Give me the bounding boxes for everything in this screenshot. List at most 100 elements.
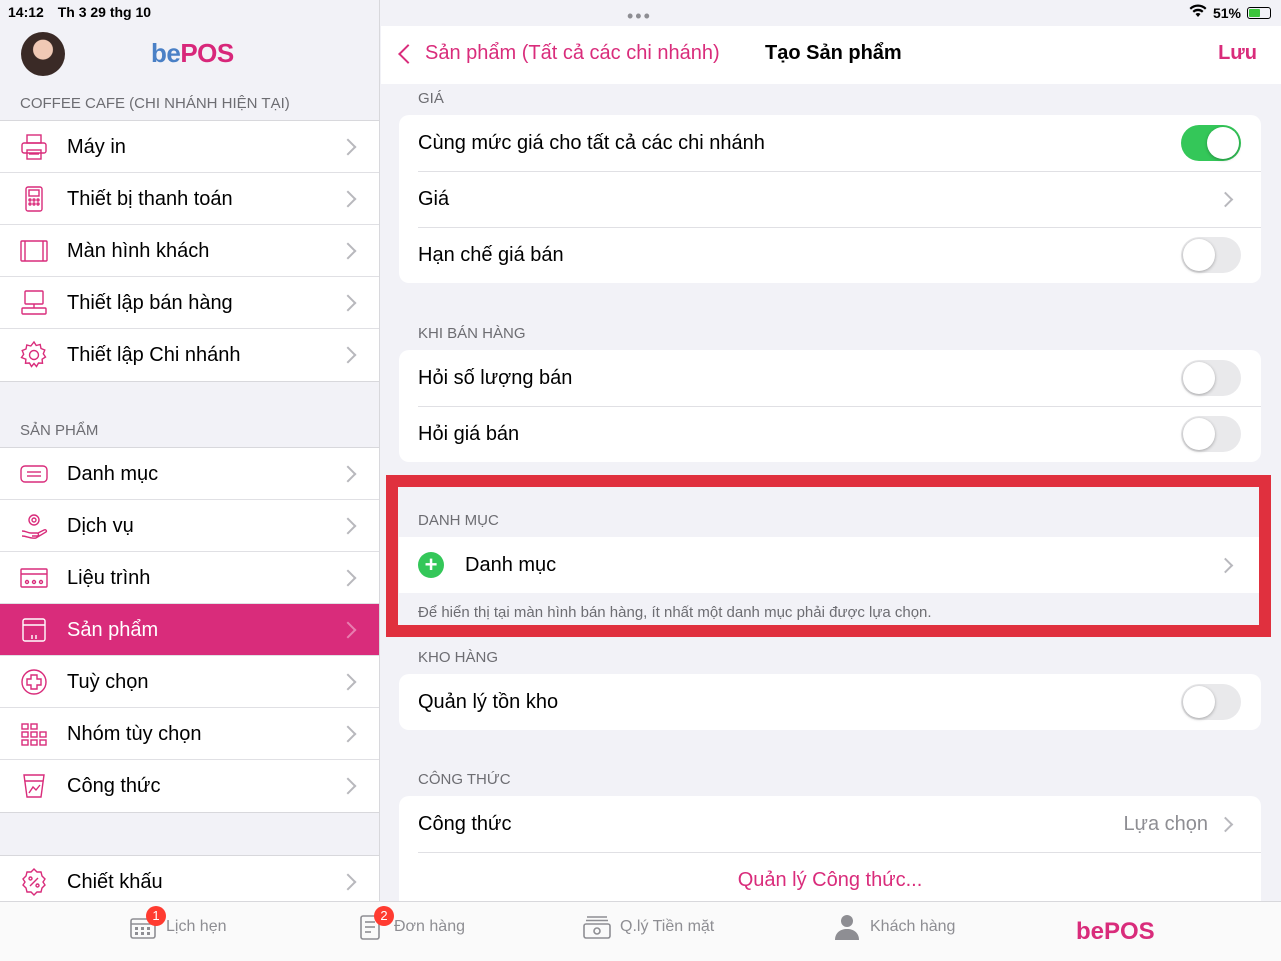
row-label: Hỏi giá bán <box>418 422 520 445</box>
chevron-right-icon <box>1217 191 1234 207</box>
tab-label: Đơn hàng <box>394 918 465 935</box>
section-label-product: SẢN PHẨM <box>20 422 99 439</box>
sidebar-item-label: Máy in <box>67 135 126 158</box>
group-label-price: GIÁ <box>418 90 444 107</box>
sidebar-item-option-group[interactable]: Nhóm tùy chọn <box>0 708 379 760</box>
tab-label: Lịch hẹn <box>166 918 227 935</box>
ask-quantity-toggle[interactable] <box>1181 360 1241 396</box>
sidebar-item-option[interactable]: Tuỳ chọn <box>0 656 379 708</box>
sidebar-item-treatment[interactable]: Liệu trình <box>0 552 379 604</box>
chevron-right-icon <box>339 465 357 483</box>
tab-appointments[interactable]: 1 Lịch hẹn <box>128 906 227 942</box>
battery-icon <box>1247 6 1271 19</box>
orders-badge: 2 <box>374 906 394 926</box>
sidebar-item-printer[interactable]: Máy in <box>0 121 379 173</box>
card-recipe: Công thức Lựa chọn Quản lý Công thức... <box>399 796 1261 901</box>
sidebar-item-label: Nhóm tùy chọn <box>67 722 202 745</box>
card-selling: Hỏi số lượng bán Hỏi giá bán <box>399 350 1261 462</box>
sidebar-item-label: Thiết lập bán hàng <box>67 291 233 314</box>
discount-icon <box>19 867 49 897</box>
tab-orders[interactable]: 2 Đơn hàng <box>356 906 465 942</box>
navigation-bar: Sản phẩm (Tất cả các chi nhánh) Tạo Sản … <box>381 26 1281 84</box>
row-ask-price: Hỏi giá bán <box>399 406 1261 462</box>
chevron-right-icon <box>339 569 357 587</box>
sidebar-item-recipe[interactable]: Công thức <box>0 760 379 812</box>
sidebar-header: bePOS <box>0 26 379 84</box>
sidebar-item-discount[interactable]: Chiết khấu <box>0 856 379 901</box>
chevron-right-icon <box>339 294 357 312</box>
appointments-badge: 1 <box>146 906 166 926</box>
sidebar: 14:12 Th 3 29 thg 10 bePOS COFFEE CAFE (… <box>0 0 380 901</box>
sidebar-item-label: Chiết khấu <box>67 870 163 893</box>
card-price: Cùng mức giá cho tất cả các chi nhánh Gi… <box>399 115 1261 283</box>
sidebar-item-label: Thiết lập Chi nhánh <box>67 343 241 366</box>
sidebar-item-label: Công thức <box>67 774 161 797</box>
chevron-left-icon <box>398 43 418 64</box>
sidebar-item-label: Danh mục <box>67 462 159 485</box>
row-ask-quantity: Hỏi số lượng bán <box>399 350 1261 406</box>
row-label: Quản lý tồn kho <box>418 690 559 713</box>
cash-register-icon <box>582 912 612 942</box>
avatar[interactable] <box>21 32 65 76</box>
sidebar-item-product[interactable]: Sản phẩm <box>0 604 379 656</box>
row-recipe[interactable]: Công thức Lựa chọn <box>399 796 1261 852</box>
sidebar-item-label: Liệu trình <box>67 566 151 589</box>
card-stock: Quản lý tồn kho <box>399 674 1261 730</box>
sidebar-item-label: Tuỳ chọn <box>67 670 149 693</box>
group-label-recipe: CÔNG THỨC <box>418 771 511 788</box>
sidebar-item-branch-setup[interactable]: Thiết lập Chi nhánh <box>0 329 379 381</box>
section-label-branch: COFFEE CAFE (CHI NHÁNH HIỆN TẠI) <box>20 95 290 112</box>
save-button[interactable]: Lưu <box>1218 42 1257 65</box>
bepos-tab-logo[interactable]: bePOS <box>1076 918 1155 946</box>
link-label: Quản lý Công thức... <box>737 868 923 891</box>
service-icon <box>19 511 49 541</box>
chevron-right-icon <box>339 673 357 691</box>
wifi-icon <box>1189 4 1207 21</box>
chevron-right-icon <box>1217 816 1234 832</box>
tab-label: Khách hàng <box>870 918 956 935</box>
back-label: Sản phẩm (Tất cả các chi nhánh) <box>425 42 720 64</box>
sidebar-item-service[interactable]: Dịch vụ <box>0 500 379 552</box>
chevron-right-icon <box>339 517 357 535</box>
chevron-right-icon <box>339 138 357 156</box>
group-label-selling: KHI BÁN HÀNG <box>418 325 526 342</box>
row-same-price: Cùng mức giá cho tất cả các chi nhánh <box>399 115 1261 171</box>
chevron-right-icon <box>339 242 357 260</box>
main-panel: ••• 51% Sản phẩm (Tất cả các chi nhánh) … <box>381 0 1281 901</box>
back-button[interactable]: Sản phẩm (Tất cả các chi nhánh) <box>397 42 720 65</box>
row-label: Cùng mức giá cho tất cả các chi nhánh <box>418 131 765 154</box>
row-label: Hỏi số lượng bán <box>418 366 573 389</box>
status-bar-left: 14:12 Th 3 29 thg 10 <box>8 4 161 20</box>
sidebar-item-customer-display[interactable]: Màn hình khách <box>0 225 379 277</box>
row-label: Giá <box>418 187 450 210</box>
row-label: Công thức <box>418 812 512 835</box>
customer-display-icon <box>19 236 49 266</box>
chevron-right-icon <box>339 725 357 743</box>
pos-setup-icon <box>19 288 49 318</box>
multitask-dots-icon[interactable]: ••• <box>627 6 652 27</box>
same-price-toggle[interactable] <box>1181 125 1241 161</box>
manage-recipe-link[interactable]: Quản lý Công thức... <box>399 852 1261 901</box>
customer-icon <box>832 912 862 942</box>
sidebar-item-payment-device[interactable]: Thiết bị thanh toán <box>0 173 379 225</box>
tab-bar: 1 Lịch hẹn 2 Đơn hàng Q.lý Tiền mặt Khác… <box>0 901 1281 961</box>
battery-percent: 51% <box>1212 4 1241 21</box>
ask-price-toggle[interactable] <box>1181 416 1241 452</box>
restrict-price-toggle[interactable] <box>1181 237 1241 273</box>
order-icon: 2 <box>356 906 394 942</box>
row-restrict-price: Hạn chế giá bán <box>399 227 1261 283</box>
option-group-icon <box>19 719 49 749</box>
bepos-logo: bePOS <box>151 38 234 68</box>
product-icon <box>19 615 49 645</box>
sidebar-item-sales-setup[interactable]: Thiết lập bán hàng <box>0 277 379 329</box>
tab-customers[interactable]: Khách hàng <box>832 912 955 942</box>
sidebar-item-label: Màn hình khách <box>67 239 210 262</box>
sidebar-item-category[interactable]: Danh mục <box>0 448 379 500</box>
printer-icon <box>19 132 49 162</box>
option-icon <box>19 667 49 697</box>
tab-cash-management[interactable]: Q.lý Tiền mặt <box>582 912 714 942</box>
manage-stock-toggle[interactable] <box>1181 684 1241 720</box>
row-label: Hạn chế giá bán <box>418 243 564 266</box>
gear-icon <box>19 340 49 370</box>
row-price[interactable]: Giá <box>399 171 1261 227</box>
